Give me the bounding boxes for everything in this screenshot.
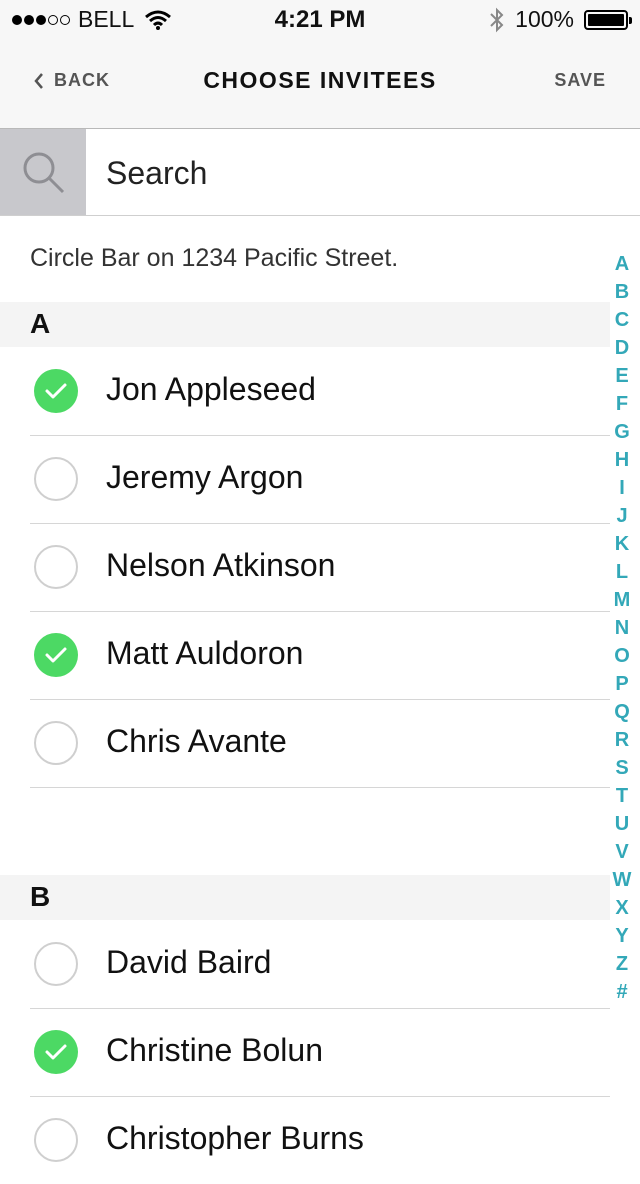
contact-row[interactable]: Christine Bolun — [30, 1008, 610, 1097]
bluetooth-icon — [490, 7, 504, 32]
selected-check-icon[interactable] — [34, 369, 78, 413]
index-letter[interactable]: V — [615, 838, 628, 866]
index-letter[interactable]: U — [615, 810, 629, 838]
contact-row[interactable]: Jon Appleseed — [30, 347, 610, 436]
search-input[interactable] — [104, 147, 608, 199]
index-letter[interactable]: I — [619, 474, 625, 502]
search-icon — [23, 152, 65, 194]
index-letter[interactable]: Y — [615, 922, 628, 950]
contact-name: Matt Auldoron — [106, 635, 304, 671]
selected-check-icon[interactable] — [34, 1030, 78, 1074]
index-letter[interactable]: E — [615, 362, 628, 390]
contact-row[interactable]: Chris Avante — [30, 699, 610, 788]
index-letter[interactable]: L — [616, 558, 628, 586]
contact-name: Chris Avante — [106, 723, 287, 759]
index-letter[interactable]: A — [615, 250, 629, 278]
search-bar — [0, 129, 640, 216]
status-right: 100% — [489, 6, 632, 33]
contact-name: Jeremy Argon — [106, 459, 304, 495]
index-letter[interactable]: K — [615, 530, 629, 558]
status-bar: BELL 4:21 PM 100% — [0, 0, 640, 40]
unselected-circle-icon[interactable] — [34, 457, 78, 501]
section-header-b: B — [0, 875, 610, 920]
index-letter[interactable]: N — [615, 614, 629, 642]
index-letter[interactable]: F — [616, 390, 628, 418]
index-letter[interactable]: R — [615, 726, 629, 754]
contact-name: Christopher Burns — [106, 1120, 364, 1156]
section-letter: A — [30, 308, 51, 339]
contact-name: Christine Bolun — [106, 1032, 323, 1068]
search-icon-container[interactable] — [0, 129, 86, 215]
contact-row[interactable]: Jeremy Argon — [30, 435, 610, 524]
index-letter[interactable]: P — [615, 670, 628, 698]
index-letter[interactable]: M — [614, 586, 631, 614]
index-letter[interactable]: X — [615, 894, 628, 922]
contact-row[interactable]: Matt Auldoron — [30, 611, 610, 700]
unselected-circle-icon[interactable] — [34, 1118, 78, 1162]
navigation-bar: BACK CHOOSE INVITEES SAVE — [0, 40, 640, 129]
contact-name: David Baird — [106, 944, 272, 980]
selected-check-icon[interactable] — [34, 633, 78, 677]
unselected-circle-icon[interactable] — [34, 545, 78, 589]
index-letter[interactable]: C — [615, 306, 629, 334]
contact-name: Nelson Atkinson — [106, 547, 336, 583]
contact-row[interactable]: Christopher Burns — [30, 1096, 610, 1184]
battery-icon — [584, 9, 632, 30]
index-letter[interactable]: S — [615, 754, 628, 782]
section-letter: B — [30, 881, 51, 912]
battery-percentage: 100% — [515, 6, 574, 32]
index-letter[interactable]: # — [616, 978, 627, 1006]
index-letter[interactable]: T — [616, 782, 628, 810]
index-letter[interactable]: H — [615, 446, 629, 474]
contact-row[interactable]: David Baird — [30, 920, 610, 1009]
index-letter[interactable]: Z — [616, 950, 628, 978]
event-location-text: Circle Bar on 1234 Pacific Street. — [30, 244, 399, 272]
page-title: CHOOSE INVITEES — [203, 67, 437, 93]
index-letter[interactable]: Q — [614, 698, 630, 726]
index-letter[interactable]: J — [616, 502, 627, 530]
index-letter[interactable]: B — [615, 278, 629, 306]
index-letter[interactable]: D — [615, 334, 629, 362]
contact-row[interactable]: Nelson Atkinson — [30, 523, 610, 612]
save-button[interactable]: SAVE — [554, 70, 606, 91]
unselected-circle-icon[interactable] — [34, 942, 78, 986]
unselected-circle-icon[interactable] — [34, 721, 78, 765]
section-header-a: A — [0, 302, 610, 347]
contact-name: Jon Appleseed — [106, 371, 316, 407]
alphabet-index[interactable]: A B C D E F G H I J K L M N O P Q R S T … — [610, 250, 634, 1006]
index-letter[interactable]: W — [613, 866, 632, 894]
index-letter[interactable]: G — [614, 418, 630, 446]
index-letter[interactable]: O — [614, 642, 630, 670]
